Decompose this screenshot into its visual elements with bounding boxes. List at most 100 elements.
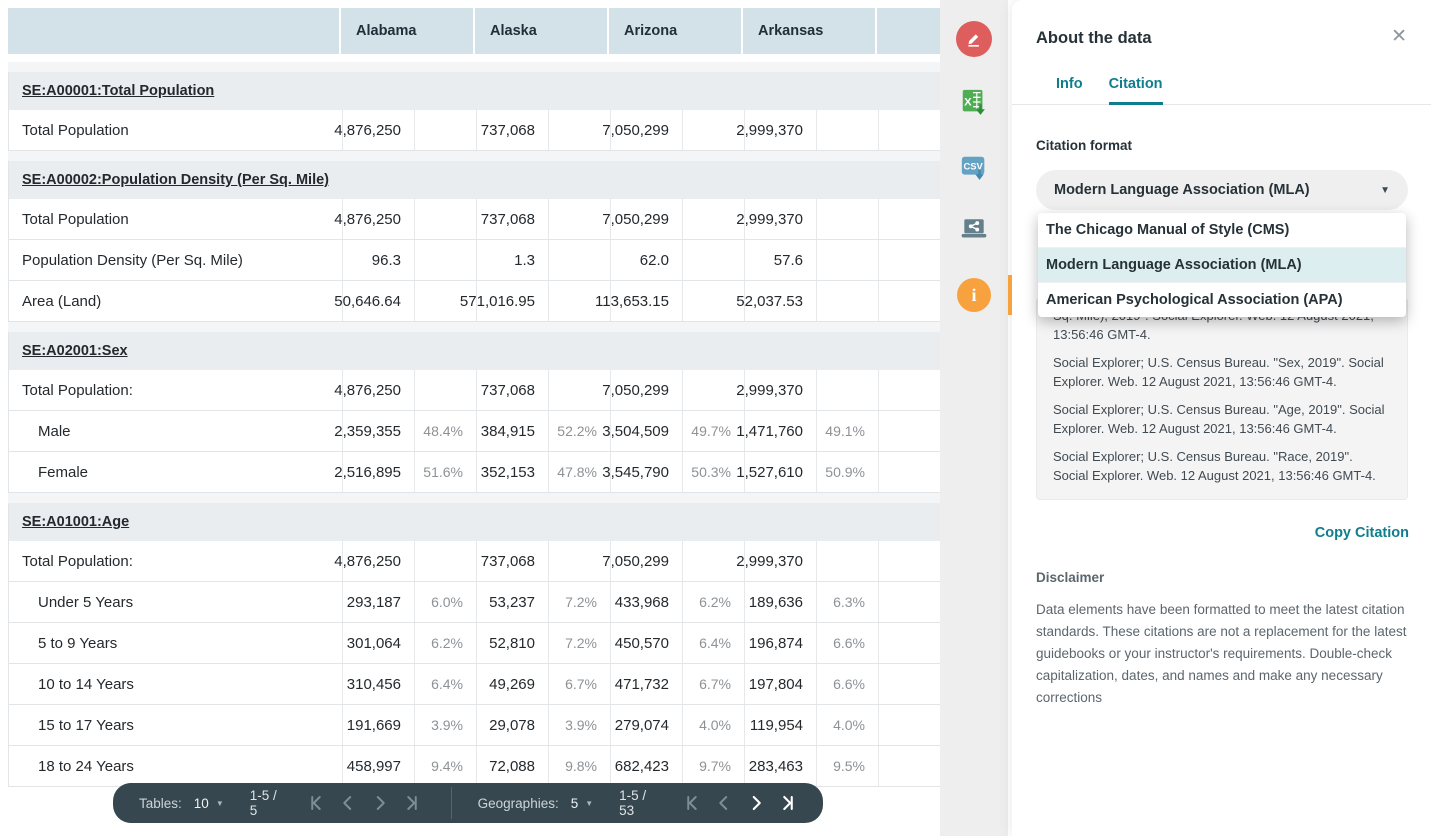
- tables-first-page-icon[interactable]: [307, 794, 325, 812]
- copy-citation-button[interactable]: Copy Citation: [1315, 525, 1409, 541]
- tables-pager: [307, 794, 421, 812]
- citation-format-menu: The Chicago Manual of Style (CMS) Modern …: [1038, 213, 1406, 317]
- percent-cell: [816, 541, 878, 581]
- edit-table-button[interactable]: [956, 21, 992, 57]
- tables-next-page-icon[interactable]: [371, 794, 389, 812]
- dropdown-option[interactable]: The Chicago Manual of Style (CMS): [1038, 213, 1406, 247]
- value-cell: 7,050,299: [602, 370, 682, 410]
- section-header-row: SE:A00002:Population Density (Per Sq. Mi…: [8, 161, 941, 199]
- geographies-range: 1-5 / 53: [619, 788, 647, 818]
- table-row: Under 5 Years 293,187 6.0% 53,237 7.2% 433,96…: [8, 582, 941, 623]
- percent-cell: [682, 110, 744, 150]
- value-cell: 737,068: [476, 541, 548, 581]
- row-label-column-header: [8, 8, 341, 54]
- row-label: Female: [38, 463, 89, 481]
- value-cell: 384,915: [476, 411, 548, 451]
- pagination-divider: [450, 787, 452, 819]
- partial-cell: [878, 452, 942, 492]
- tables-page-size-select[interactable]: 10: [194, 796, 209, 811]
- value-cell: 737,068: [476, 110, 548, 150]
- percent-cell: [682, 199, 744, 239]
- value-cell: 1,471,760: [736, 411, 816, 451]
- tab-citation[interactable]: Citation: [1108, 76, 1163, 105]
- geographies-page-size-select[interactable]: 5: [571, 796, 579, 811]
- geographies-next-page-icon[interactable]: [747, 794, 765, 812]
- percent-cell: 6.6%: [816, 623, 878, 663]
- partial-cell: [878, 705, 942, 745]
- citation-entry: Social Explorer; U.S. Census Bureau. "Ag…: [1053, 402, 1385, 436]
- value-cell: 2,999,370: [736, 110, 816, 150]
- chevron-down-icon: ▼: [1380, 184, 1390, 196]
- geographies-last-page-icon[interactable]: [779, 794, 797, 812]
- value-cell: 571,016.95: [460, 281, 548, 321]
- partial-cell: [878, 411, 942, 451]
- side-toolbar: X CSV i: [940, 0, 1008, 836]
- value-cell: 310,456: [342, 664, 414, 704]
- partial-cell: [878, 746, 942, 786]
- info-button[interactable]: i: [957, 278, 991, 312]
- percent-cell: 48.4%: [414, 411, 476, 451]
- share-button[interactable]: [960, 217, 988, 246]
- excel-download-icon: X: [962, 89, 985, 115]
- percent-cell: [816, 281, 878, 321]
- row-label: 18 to 24 Years: [38, 757, 134, 775]
- value-cell: 2,999,370: [736, 541, 816, 581]
- section-title-link[interactable]: SE:A00002:Population Density (Per Sq. Mi…: [22, 172, 329, 188]
- table-row: Total Population 4,876,250 737,068 7,050,29…: [8, 110, 941, 151]
- disclaimer-title: Disclaimer: [1036, 570, 1105, 585]
- edit-pencil-icon: [956, 21, 992, 57]
- dropdown-option[interactable]: American Psychological Association (APA): [1038, 282, 1406, 317]
- value-cell: 7,050,299: [602, 110, 682, 150]
- percent-cell: [414, 370, 476, 410]
- table-row: Total Population: 4,876,250 737,068 7,050,2…: [8, 541, 941, 582]
- percent-cell: [414, 240, 476, 280]
- tab-info[interactable]: Info: [1056, 76, 1083, 105]
- row-label: 15 to 17 Years: [38, 716, 134, 734]
- column-header-partial: [877, 8, 941, 54]
- percent-cell: 9.5%: [816, 746, 878, 786]
- percent-cell: [414, 110, 476, 150]
- percent-cell: [816, 110, 878, 150]
- app-screen: Alabama Alaska Arizona Arkansas SE:A00001:To…: [0, 0, 1431, 836]
- percent-cell: 6.4%: [682, 623, 744, 663]
- percent-cell: 6.0%: [414, 582, 476, 622]
- geographies-label: Geographies:: [477, 795, 559, 811]
- row-label: Male: [38, 422, 71, 440]
- tables-page-size-caret-icon[interactable]: ▼: [216, 799, 224, 808]
- value-cell: 189,636: [744, 582, 816, 622]
- geographies-prev-page-icon[interactable]: [715, 794, 733, 812]
- value-cell: 52,037.53: [736, 281, 816, 321]
- section-title-link[interactable]: SE:A01001:Age: [22, 514, 129, 530]
- percent-cell: [816, 370, 878, 410]
- percent-cell: [682, 281, 744, 321]
- dropdown-option[interactable]: Modern Language Association (MLA): [1038, 247, 1406, 282]
- row-label: Population Density (Per Sq. Mile): [22, 251, 243, 269]
- tables-range: 1-5 / 5: [249, 788, 277, 818]
- section-title-link[interactable]: SE:A02001:Sex: [22, 343, 128, 359]
- value-cell: 3,504,509: [602, 411, 682, 451]
- row-label: Total Population:: [22, 381, 133, 399]
- value-cell: 29,078: [476, 705, 548, 745]
- close-icon[interactable]: ✕: [1385, 26, 1413, 47]
- value-cell: 119,954: [744, 705, 816, 745]
- geographies-page-size-caret-icon[interactable]: ▼: [585, 799, 593, 808]
- percent-cell: 6.4%: [414, 664, 476, 704]
- excel-download-button[interactable]: X: [959, 87, 989, 122]
- geographies-first-page-icon[interactable]: [683, 794, 701, 812]
- table-row: Area (Land) 50,646.64 571,016.95 113,653.15…: [8, 281, 941, 322]
- tables-prev-page-icon[interactable]: [339, 794, 357, 812]
- row-label: Area (Land): [22, 292, 102, 310]
- csv-download-button[interactable]: CSV: [959, 153, 989, 188]
- section-title-link[interactable]: SE:A00001:Total Population: [22, 83, 214, 99]
- column-header-alabama: Alabama: [341, 8, 475, 54]
- value-cell: 72,088: [476, 746, 548, 786]
- tables-last-page-icon[interactable]: [403, 794, 421, 812]
- row-label: 10 to 14 Years: [38, 675, 134, 693]
- percent-cell: 3.9%: [548, 705, 610, 745]
- table-row: 18 to 24 Years 458,997 9.4% 72,088 9.8% 682,4…: [8, 746, 941, 787]
- value-cell: 2,359,355: [334, 411, 414, 451]
- table-row: 15 to 17 Years 191,669 3.9% 29,078 3.9% 279,0…: [8, 705, 941, 746]
- value-cell: 458,997: [342, 746, 414, 786]
- citation-format-select[interactable]: Modern Language Association (MLA) ▼: [1036, 170, 1408, 210]
- partial-cell: [878, 541, 942, 581]
